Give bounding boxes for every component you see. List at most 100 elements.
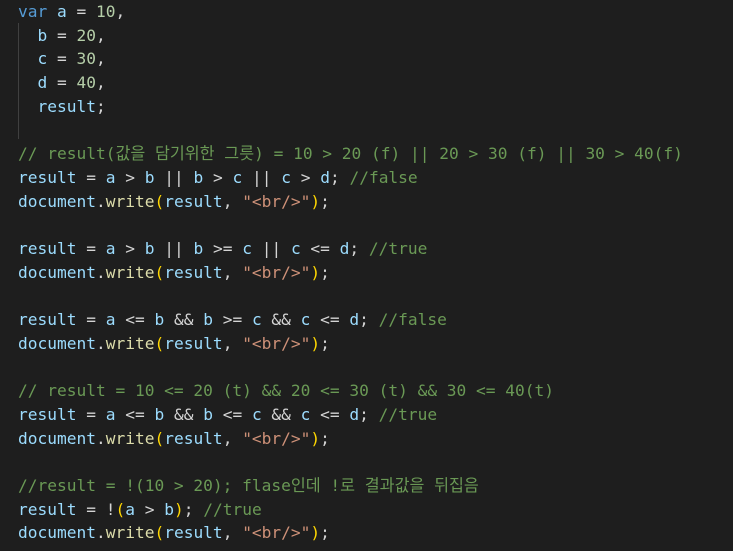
code-line[interactable]: // result(값을 담기위한 그릇) = 10 > 20 (f) || 2… <box>18 142 683 166</box>
code-token: = <box>76 167 106 187</box>
code-token: 10 <box>96 2 116 21</box>
code-token: b <box>193 239 204 258</box>
code-token: 40 <box>76 73 97 93</box>
code-line[interactable]: document.write(result, "<br/>"); <box>18 427 330 451</box>
code-token: ( <box>154 523 165 543</box>
code-line[interactable]: result = a > b || b >= c || c <= d; //tr… <box>18 237 427 261</box>
code-token: , <box>96 25 106 45</box>
code-token: write <box>105 333 155 353</box>
code-token: ( <box>154 333 165 353</box>
code-token: , <box>115 2 126 21</box>
code-token: = <box>47 73 77 93</box>
code-token: d <box>320 167 330 187</box>
code-token: c <box>242 239 252 258</box>
code-token: ; <box>349 239 369 258</box>
code-token: ; <box>359 310 379 330</box>
code-token: ; <box>95 96 106 116</box>
code-token: ; <box>320 333 330 353</box>
code-line[interactable]: d = 40, <box>18 71 106 95</box>
code-token: result <box>164 428 223 448</box>
code-token: ( <box>154 262 165 282</box>
code-token: ; <box>320 262 330 282</box>
code-token: "<br/>" <box>242 523 311 543</box>
code-token: document <box>18 262 96 282</box>
code-token: c <box>300 310 311 330</box>
code-token: . <box>95 428 106 448</box>
code-token: = <box>76 310 106 330</box>
code-token: . <box>95 523 106 543</box>
code-token: document <box>18 523 96 543</box>
code-token: = ! <box>76 499 116 519</box>
code-token: || <box>154 239 194 258</box>
code-token: result <box>164 333 223 353</box>
code-line[interactable]: result = a <= b && b <= c && c <= d; //t… <box>18 403 437 427</box>
code-editor[interactable]: var a = 10, b = 20, c = 30, d = 40, resu… <box>0 0 733 551</box>
code-token: // result(값을 담기위한 그릇) = 10 > 20 (f) || 2… <box>18 144 683 164</box>
code-token: > <box>203 167 233 187</box>
code-token: 20 <box>76 25 97 45</box>
code-token: a <box>57 2 67 21</box>
code-token: ; <box>320 191 330 211</box>
code-token: write <box>105 428 155 448</box>
code-line[interactable]: result = a <= b && b >= c && c <= d; //f… <box>18 308 447 332</box>
code-token: var <box>18 2 48 21</box>
code-token: c <box>251 404 262 424</box>
code-token: ; <box>183 499 204 519</box>
code-token: // result = 10 <= 20 (t) && 20 <= 30 (t)… <box>18 381 555 401</box>
code-token: document <box>18 428 96 448</box>
code-line[interactable]: var a = 10, <box>18 0 125 24</box>
code-token: result <box>18 239 77 258</box>
code-token: . <box>95 333 106 353</box>
code-line[interactable]: result = !(a > b); //true <box>18 498 262 522</box>
code-token: ( <box>115 499 126 519</box>
code-token: //result = !(10 > 20); flase인데 !로 결과값을 뒤… <box>18 476 479 495</box>
code-token: result <box>164 523 223 543</box>
code-token: result <box>18 310 77 330</box>
code-token: c <box>251 310 262 330</box>
code-line[interactable]: document.write(result, "<br/>"); <box>18 521 330 545</box>
code-token: b <box>203 310 213 330</box>
code-token: write <box>105 262 155 282</box>
code-token: //true <box>203 499 262 519</box>
code-token: ) <box>310 428 321 448</box>
code-token: ) <box>173 499 184 519</box>
code-token: result <box>164 191 223 211</box>
code-line[interactable]: document.write(result, "<br/>"); <box>18 190 330 214</box>
code-token: document <box>18 333 96 353</box>
code-token: d <box>349 310 360 330</box>
code-token: document <box>18 191 96 211</box>
code-token: = <box>47 49 77 69</box>
code-line[interactable]: document.write(result, "<br/>"); <box>18 261 330 285</box>
code-token: c <box>281 167 291 187</box>
code-token: && <box>164 310 204 330</box>
code-line[interactable]: //result = !(10 > 20); flase인데 !로 결과값을 뒤… <box>18 474 479 498</box>
code-token: = <box>76 239 106 258</box>
code-token: c <box>37 49 48 69</box>
code-token: || <box>242 167 282 187</box>
code-line[interactable]: // result = 10 <= 20 (t) && 20 <= 30 (t)… <box>18 379 554 403</box>
code-line[interactable]: b = 20, <box>18 24 106 48</box>
code-token: = <box>47 25 77 45</box>
code-token: <= <box>310 404 350 424</box>
code-token: //false <box>349 167 418 187</box>
code-line[interactable]: result = a > b || b > c || c > d; //fals… <box>18 166 418 190</box>
code-line[interactable]: result; <box>18 95 106 119</box>
code-token: <= <box>300 239 340 258</box>
code-token: "<br/>" <box>242 262 311 282</box>
code-token: > <box>115 239 145 258</box>
code-token: > <box>115 167 145 187</box>
code-line[interactable]: document.write(result, "<br/>"); <box>18 332 330 356</box>
code-token: = <box>66 2 96 21</box>
code-token: <= <box>310 310 350 330</box>
code-token: b <box>154 404 165 424</box>
code-line[interactable]: c = 30, <box>18 47 106 71</box>
code-token: >= <box>203 239 243 258</box>
code-token: 30 <box>76 49 97 69</box>
code-token: = <box>76 404 106 424</box>
code-token: <= <box>212 404 252 424</box>
code-token: || <box>154 167 194 187</box>
